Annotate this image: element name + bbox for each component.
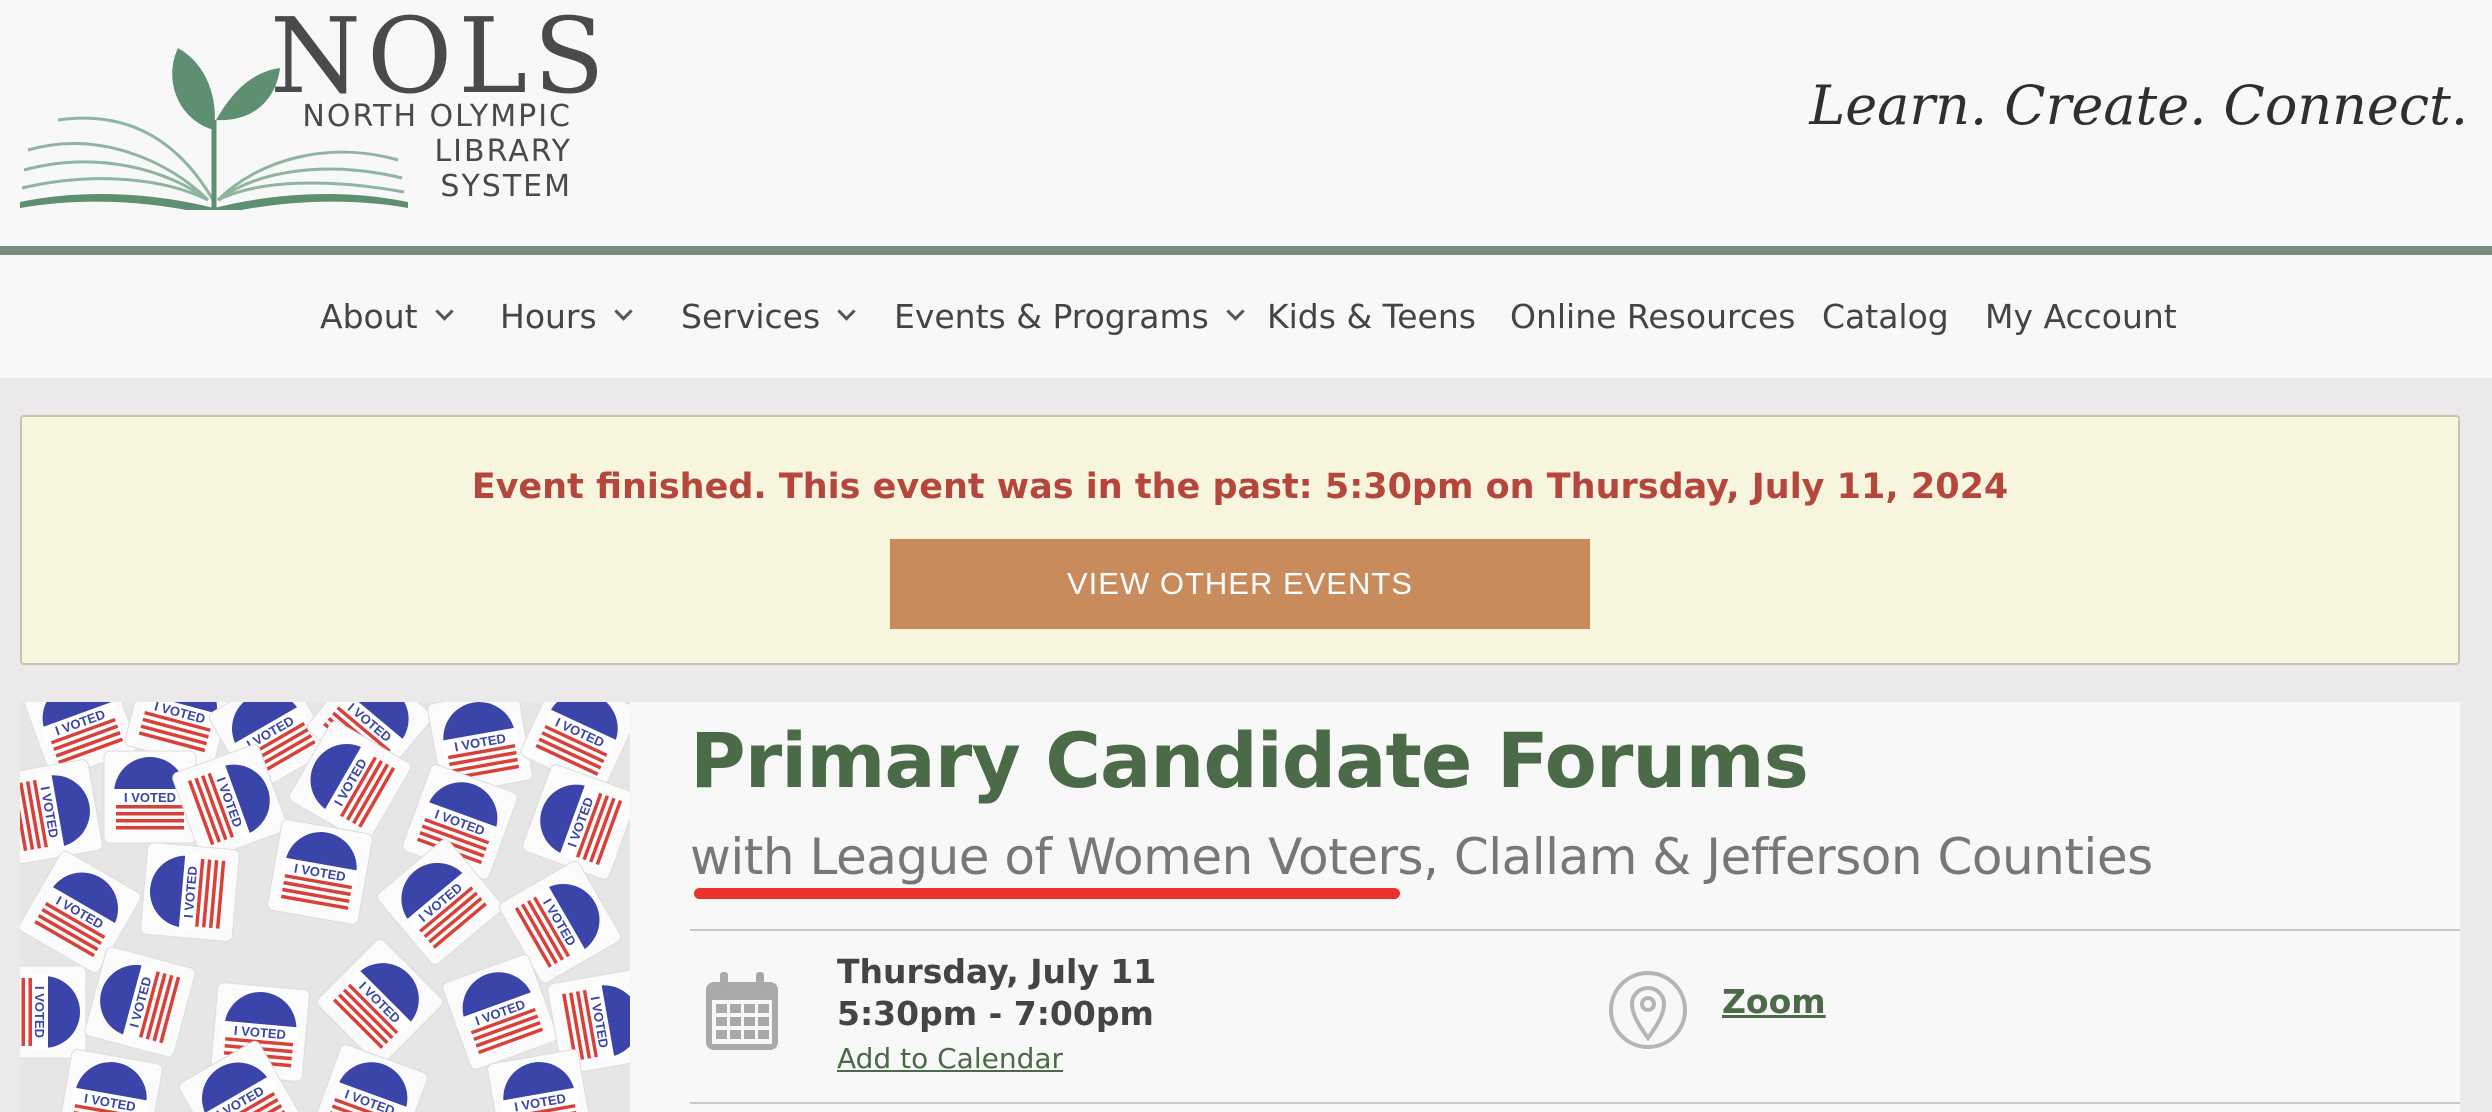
nav-item-label: About <box>320 297 418 336</box>
nav-item-events-programs[interactable]: Events & Programs <box>894 297 1245 336</box>
logo-line-3: SYSTEM <box>440 169 572 204</box>
notice-message: Event finished. This event was in the pa… <box>471 467 2009 507</box>
add-to-calendar-link[interactable]: Add to Calendar <box>837 1042 1063 1075</box>
header-divider <box>0 246 2492 255</box>
nav-item-catalog[interactable]: Catalog <box>1822 297 1949 336</box>
chevron-down-icon <box>434 302 454 321</box>
svg-text:I VOTED: I VOTED <box>124 790 176 805</box>
voted-sticker: I VOTED <box>57 1049 163 1112</box>
voted-stickers-image: I VOTED I VOTED I VOTED I VOTED I VOTED I VOT… <box>20 702 630 1112</box>
logo-line-2: LIBRARY <box>434 134 572 169</box>
nav-item-services[interactable]: Services <box>681 297 856 336</box>
nav-item-kids-teens[interactable]: Kids & Teens <box>1267 297 1476 336</box>
event-time: 5:30pm - 7:00pm <box>837 994 1154 1033</box>
voted-sticker: I VOTED <box>267 819 373 925</box>
chevron-down-icon <box>837 302 856 321</box>
nols-logo[interactable]: NOLS NORTH OLYMPIC LIBRARY SYSTEM <box>18 4 605 210</box>
chevron-down-icon <box>613 302 633 321</box>
divider <box>690 929 2460 931</box>
nav-item-label: Events & Programs <box>894 297 1209 336</box>
nav-item-label: Online Resources <box>1510 297 1796 336</box>
voted-sticker: I VOTED <box>20 965 87 1059</box>
location-pin-icon <box>1609 971 1687 1049</box>
event-subtitle: with League of Women Voters, Clallam & J… <box>690 828 2153 886</box>
logo-line-1: NORTH OLYMPIC <box>302 99 572 134</box>
nav-item-my-account[interactable]: My Account <box>1985 297 2177 336</box>
event-location-link[interactable]: Zoom <box>1722 982 1826 1021</box>
nav-item-hours[interactable]: Hours <box>500 297 633 336</box>
main-nav: About Hours Services Events & Programs K… <box>0 255 2492 378</box>
calendar-icon <box>706 972 778 1050</box>
voted-sticker: I VOTED <box>140 842 240 942</box>
event-title: Primary Candidate Forums <box>690 716 1809 805</box>
event-finished-notice: Event finished. This event was in the pa… <box>20 415 2460 665</box>
voted-sticker: I VOTED <box>312 1044 428 1112</box>
nav-item-label: My Account <box>1985 297 2177 336</box>
annotation-underline <box>694 888 1400 899</box>
nav-item-label: Kids & Teens <box>1267 297 1476 336</box>
logo-wordmark: NOLS <box>270 0 611 117</box>
svg-text:I VOTED: I VOTED <box>32 986 47 1038</box>
nav-item-about[interactable]: About <box>320 297 454 336</box>
site-header: NOLS NORTH OLYMPIC LIBRARY SYSTEM Learn.… <box>0 0 2492 255</box>
voted-sticker: I VOTED <box>20 759 103 865</box>
chevron-down-icon <box>1226 302 1245 321</box>
nav-item-label: Catalog <box>1822 297 1949 336</box>
event-card: I VOTED I VOTED I VOTED I VOTED I VOTED I VOT… <box>20 702 2460 1112</box>
view-other-events-button[interactable]: VIEW OTHER EVENTS <box>890 539 1590 629</box>
event-date: Thursday, July 11 <box>837 952 1157 991</box>
site-tagline: Learn. Create. Connect. <box>1809 74 2468 137</box>
divider <box>690 1102 2460 1104</box>
event-image: I VOTED I VOTED I VOTED I VOTED I VOTED I VOT… <box>20 702 630 1112</box>
nav-item-label: Hours <box>500 297 597 336</box>
nav-item-online-resources[interactable]: Online Resources <box>1510 297 1795 336</box>
nav-item-label: Services <box>681 297 821 336</box>
